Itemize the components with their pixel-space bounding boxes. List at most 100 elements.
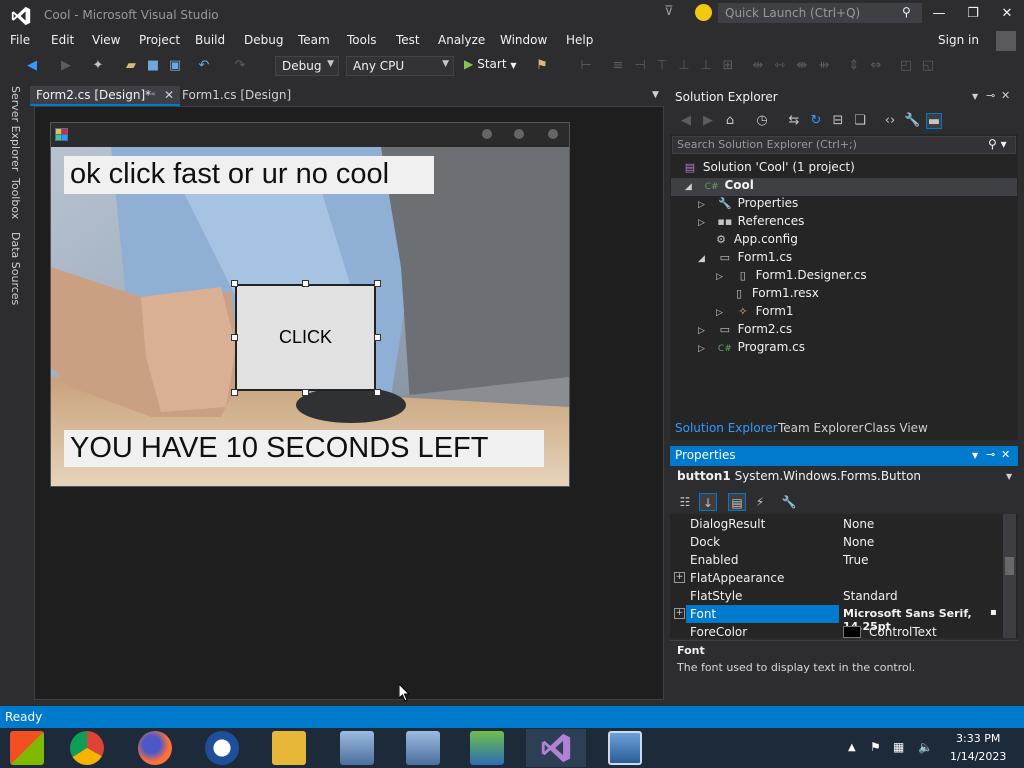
make-same-size-icon[interactable]: ⊞: [720, 58, 736, 74]
bring-to-front-icon[interactable]: ◰: [898, 58, 914, 74]
menu-file[interactable]: File: [10, 33, 30, 47]
minimize-icon[interactable]: —: [926, 4, 952, 24]
account-avatar-icon[interactable]: [996, 31, 1016, 51]
pending-changes-filter-icon[interactable]: ◷: [754, 113, 770, 129]
horizontal-spacing-icon[interactable]: ⇹: [750, 58, 766, 74]
vertical-spacing-icon[interactable]: ⇕: [846, 58, 862, 74]
collapsed-arrow-icon[interactable]: ▷: [698, 344, 712, 354]
align-centers-icon[interactable]: ≡: [610, 58, 626, 74]
tree-item-form1-class[interactable]: ▷ ✧ Form1: [716, 304, 794, 322]
property-row-font[interactable]: + Font Microsoft Sans Serif, 14.25pt ▪: [670, 605, 1002, 633]
tab-form1-design[interactable]: Form1.cs [Design]: [182, 88, 291, 102]
properties-object-selector[interactable]: button1 System.Windows.Forms.Button: [670, 467, 1018, 487]
tree-item-app-config[interactable]: ⚙ App.config: [712, 232, 798, 250]
property-row-dock[interactable]: Dock None: [670, 533, 1002, 551]
tab-team-explorer[interactable]: Team Explorer: [778, 421, 864, 435]
sync-with-document-icon[interactable]: ⇆: [786, 113, 802, 129]
resize-handle[interactable]: [302, 280, 309, 287]
resize-handle[interactable]: [374, 389, 381, 396]
property-value[interactable]: True: [843, 553, 869, 567]
setup-app-icon[interactable]: [406, 731, 440, 765]
align-rights-icon[interactable]: ⊣: [632, 58, 648, 74]
tab-solution-explorer[interactable]: Solution Explorer: [675, 421, 778, 435]
close-icon[interactable]: ✕: [1001, 448, 1010, 461]
window-position-chevron-icon[interactable]: ▼: [972, 451, 978, 460]
installer-app-icon[interactable]: [340, 731, 374, 765]
resize-handle[interactable]: [374, 280, 381, 287]
solution-platform-select[interactable]: Any CPU ▼: [346, 56, 454, 76]
pin-icon[interactable]: ⊸: [986, 448, 995, 461]
preview-selected-items-icon[interactable]: ▬: [926, 113, 942, 129]
pin-icon[interactable]: ⊸: [147, 89, 155, 100]
property-row-enabled[interactable]: Enabled True: [670, 551, 1002, 569]
resize-handle[interactable]: [374, 334, 381, 341]
home-icon[interactable]: ⌂: [722, 113, 738, 129]
categorized-icon[interactable]: ☷: [676, 493, 694, 511]
file-explorer-icon[interactable]: [272, 731, 306, 765]
property-row-forecolor[interactable]: ForeColor ControlText: [670, 623, 1002, 641]
menu-build[interactable]: Build: [195, 33, 225, 47]
start-orb-icon[interactable]: [10, 731, 44, 765]
center-horizontally-icon[interactable]: ⇔: [868, 58, 884, 74]
align-middles-icon[interactable]: ⊥: [676, 58, 692, 74]
menu-window[interactable]: Window: [500, 33, 547, 47]
sign-in-link[interactable]: Sign in: [938, 33, 979, 47]
property-value[interactable]: Standard: [843, 589, 898, 603]
scrollbar-thumb[interactable]: [1005, 557, 1014, 575]
open-file-icon[interactable]: ▰: [123, 58, 139, 74]
menu-help[interactable]: Help: [566, 33, 593, 47]
tree-item-form1-cs[interactable]: ◢ ▭ Form1.cs: [698, 250, 792, 268]
solution-configuration-select[interactable]: Debug ▼: [275, 56, 339, 76]
find-in-files-icon[interactable]: ⚑: [534, 58, 550, 74]
search-icon[interactable]: ⚲ ▾: [988, 137, 1007, 151]
menu-view[interactable]: View: [92, 33, 120, 47]
refresh-icon[interactable]: ↻: [808, 113, 824, 129]
navigate-forward-icon[interactable]: ▶: [58, 58, 74, 74]
collapsed-arrow-icon[interactable]: ▷: [716, 272, 730, 282]
tree-item-form1-designer[interactable]: ▷ ▯ Form1.Designer.cs: [716, 268, 867, 286]
tree-item-solution[interactable]: ▤ Solution 'Cool' (1 project): [681, 160, 855, 178]
chrome-icon[interactable]: [70, 731, 104, 765]
volume-icon[interactable]: 🔈: [918, 740, 933, 754]
forward-icon[interactable]: ▶: [700, 113, 716, 129]
menu-edit[interactable]: Edit: [51, 33, 74, 47]
close-icon[interactable]: ✕: [1001, 89, 1010, 102]
property-value[interactable]: None: [843, 535, 874, 549]
property-row-flatappearance[interactable]: + FlatAppearance: [670, 569, 1002, 587]
quick-launch-input[interactable]: Quick Launch (Ctrl+Q): [718, 3, 922, 23]
property-value[interactable]: ControlText: [869, 625, 937, 639]
properties-wrench-icon[interactable]: 🔧: [904, 113, 920, 129]
resize-handle[interactable]: [231, 334, 238, 341]
restore-icon[interactable]: ❐: [960, 4, 986, 24]
tree-item-properties[interactable]: ▷ 🔧 Properties: [698, 196, 798, 214]
network-icon[interactable]: ▦: [893, 740, 904, 754]
label-instruction[interactable]: ok click fast or ur no cool: [64, 156, 434, 194]
click-button[interactable]: CLICK: [235, 284, 376, 391]
navigate-back-icon[interactable]: ◀: [24, 58, 40, 74]
firefox-icon[interactable]: [138, 731, 172, 765]
action-center-flag-icon[interactable]: ⚑: [870, 740, 881, 754]
toolbox-tab[interactable]: Toolbox: [9, 178, 22, 219]
expanded-arrow-icon[interactable]: ◢: [685, 182, 699, 192]
menu-project[interactable]: Project: [139, 33, 180, 47]
property-row-dialogresult[interactable]: DialogResult None: [670, 515, 1002, 533]
tab-overflow-chevron-icon[interactable]: ▼: [652, 90, 659, 100]
properties-view-icon[interactable]: ▤: [728, 493, 746, 511]
resize-handle[interactable]: [302, 389, 309, 396]
menu-debug[interactable]: Debug: [244, 33, 283, 47]
close-icon[interactable]: ✕: [994, 4, 1020, 24]
close-tab-icon[interactable]: ✕: [164, 88, 174, 102]
clock-time[interactable]: 3:33 PM: [956, 732, 1000, 745]
back-icon[interactable]: ◀: [678, 113, 694, 129]
menu-test[interactable]: Test: [396, 33, 420, 47]
search-icon[interactable]: ⚲: [902, 5, 911, 19]
undo-icon[interactable]: ↶: [196, 58, 212, 74]
network-users-icon[interactable]: [470, 731, 504, 765]
property-pages-icon[interactable]: 🔧: [780, 493, 798, 511]
property-row-flatstyle[interactable]: FlatStyle Standard: [670, 587, 1002, 605]
menu-tools[interactable]: Tools: [347, 33, 377, 47]
running-form-window-icon[interactable]: [608, 731, 642, 765]
send-to-back-icon[interactable]: ◱: [920, 58, 936, 74]
visual-studio-taskbar-icon[interactable]: [538, 731, 574, 765]
remove-spacing-icon[interactable]: ⇻: [816, 58, 832, 74]
